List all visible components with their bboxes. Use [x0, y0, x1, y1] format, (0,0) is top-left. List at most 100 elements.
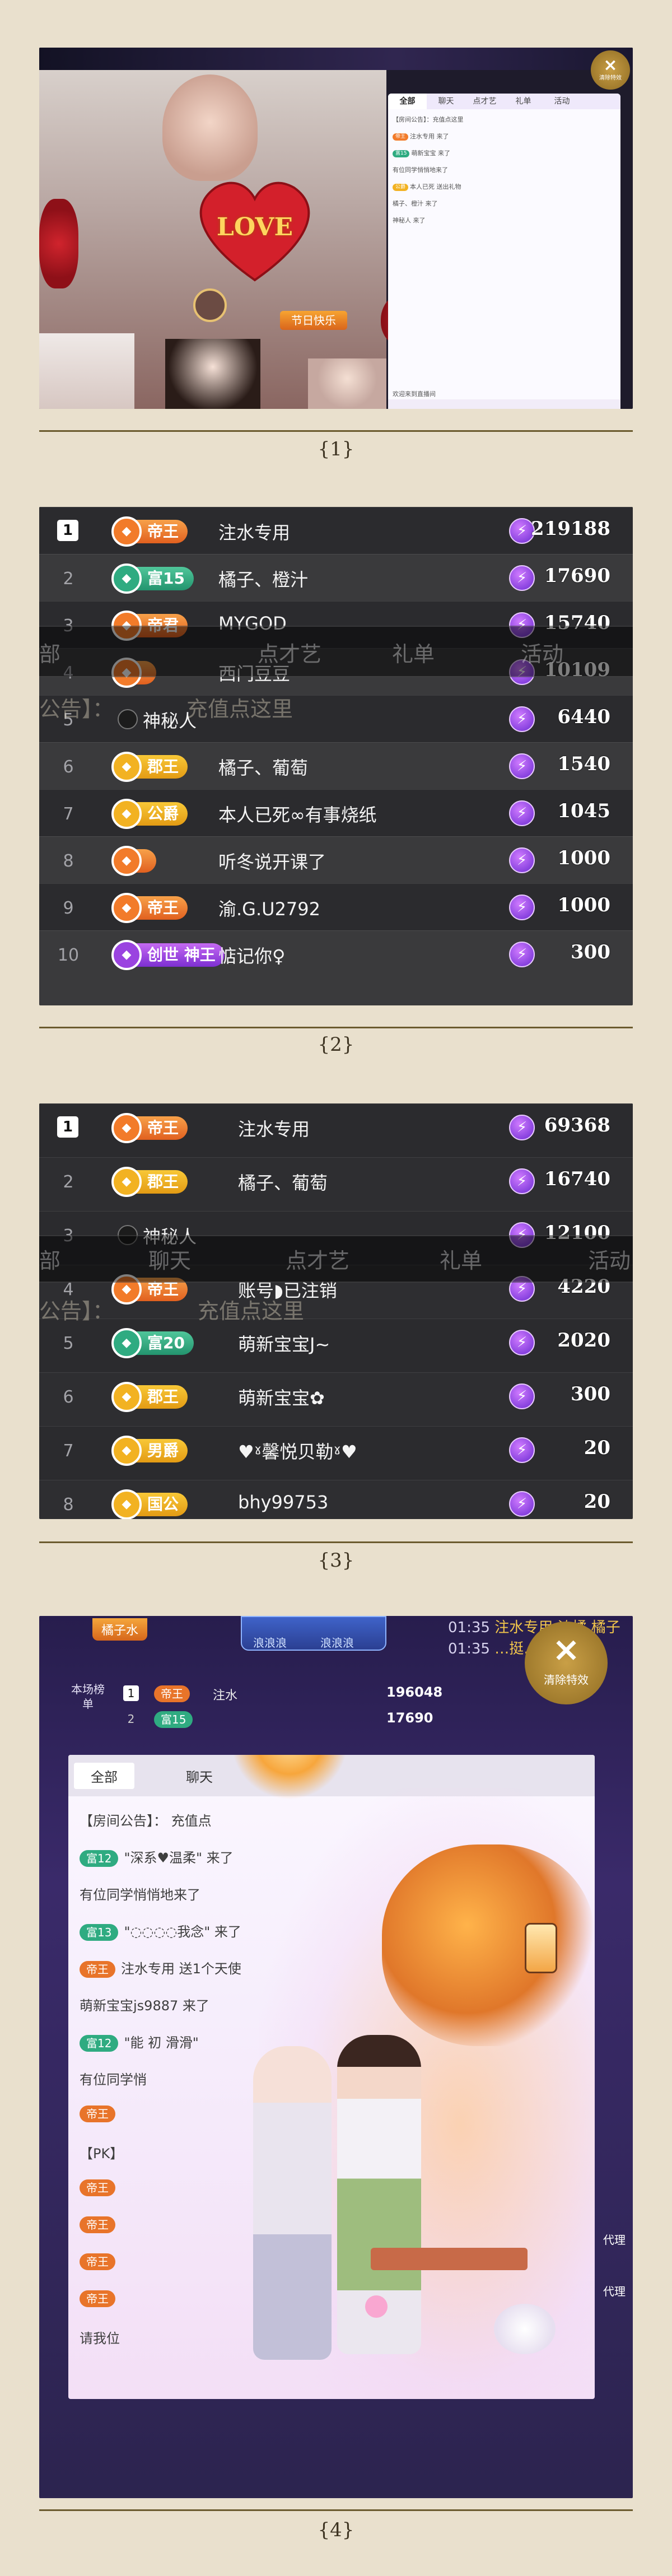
level-badge: ◆ 公爵	[111, 799, 188, 829]
mini-rank-row[interactable]: 2 富15 17690	[123, 1708, 487, 1732]
lightning-coin-icon: ⚡	[509, 1115, 535, 1140]
tab-chat[interactable]: 聊天	[169, 1763, 230, 1789]
lightning-coin-icon: ⚡	[509, 1384, 535, 1409]
guest-center	[165, 339, 260, 409]
rank-row[interactable]: 1 ◆ 帝王 注水专用 ⚡ 69368	[39, 1103, 633, 1157]
rank-row[interactable]: 8 ◆ 听冬说开课了 ⚡ 1000	[39, 836, 633, 883]
lightning-coin-icon: ⚡	[509, 1491, 535, 1517]
badge-label: 创世 神王	[147, 945, 216, 964]
chat-line: 富12 "深系♥温柔" 来了	[80, 1847, 234, 1867]
crown-icon: ◆	[111, 1382, 142, 1412]
divider	[39, 1541, 633, 1543]
rank-row[interactable]: 8 ◆ 国公 bhy99753 ⚡ 20	[39, 1480, 633, 1519]
chat-text: "深系♥温柔" 来了	[124, 1850, 234, 1866]
level-badge: ◆	[111, 846, 156, 876]
lightning-coin-icon: ⚡	[509, 942, 535, 967]
tab-gifts[interactable]: 礼单	[504, 94, 543, 109]
contribution-amount: 16740	[544, 1168, 610, 1190]
dove	[494, 2304, 556, 2354]
lightning-coin-icon: ⚡	[509, 753, 535, 779]
rank-row[interactable]: 7 ◆ 男爵 ♥ˠ馨悦贝勒ˠ♥ ⚡ 20	[39, 1426, 633, 1480]
chat-input-bar[interactable]	[388, 399, 620, 409]
chat-line: 帝王	[80, 2216, 121, 2233]
side-label: 代理	[603, 2285, 626, 2298]
chat-card: 全部 聊天 【房间公告】： 充值点 富12 "深系♥温柔" 来了 有位同学悄悄地来了富…	[68, 1755, 595, 2399]
overlay-banner: 节日快乐	[280, 311, 347, 330]
rank-row[interactable]: 9 ◆ 帝王 渝.G.U2792 ⚡ 1000	[39, 883, 633, 930]
contribution-amount: 196048	[386, 1684, 443, 1700]
clear-effects-button[interactable]: × 清除特效	[591, 50, 630, 90]
level-badge: 富12	[80, 1850, 119, 1867]
badge-label: 富20	[147, 1334, 185, 1352]
level-badge: 帝王	[80, 2253, 115, 2270]
heart-float	[365, 2295, 388, 2318]
rank-row[interactable]: 2 ◆ 郡王 橘子、葡萄 ⚡ 16740	[39, 1157, 633, 1211]
username: 橘子、葡萄	[238, 1172, 328, 1194]
heart-overlay: LOVE	[188, 174, 322, 286]
rank-number: 6	[63, 1387, 74, 1407]
chat-text: "能 初 滑滑"	[124, 2035, 199, 2051]
chat-line: 帝王	[80, 2253, 121, 2270]
ghost-tab: 礼单	[440, 1249, 483, 1273]
guest-left	[39, 333, 134, 409]
rank-row[interactable]: 6 ◆ 郡王 橘子、葡萄 ⚡ 1540	[39, 742, 633, 789]
tab-all[interactable]: 全部	[388, 94, 427, 109]
chat-line: 【PK】	[80, 2142, 123, 2162]
rank-row[interactable]: 1 ◆ 帝王 注水专用 ⚡ 219188	[39, 507, 633, 554]
figure-left	[253, 2046, 332, 2360]
lightning-coin-icon: ⚡	[509, 895, 535, 920]
rank-number: 10	[57, 945, 80, 965]
mini-ranking: 1 帝王 注水 196048 2 富15 17690	[123, 1682, 487, 1734]
crown-icon: ◆	[111, 1489, 142, 1519]
level-badge: 富15	[393, 150, 410, 157]
contribution-amount: 6440	[557, 706, 610, 728]
small-heart-left	[39, 199, 78, 288]
rank-box[interactable]: 本场榜单	[68, 1682, 108, 1732]
rank-row[interactable]: 2 ◆ 富15 橘子、橙汁 ⚡ 17690	[39, 554, 633, 601]
contribution-amount: 17690	[386, 1710, 433, 1726]
level-badge: ◆ 帝王	[111, 516, 188, 547]
clear-effects-button[interactable]: × 清除特效	[525, 1622, 608, 1704]
live-stream-screenshot-1: LOVE 节日快乐 全部 聊天 点才艺 礼单 活动 【房间公告】：充值点这里 帝王 注水专…	[39, 48, 633, 409]
mini-rank-row[interactable]: 1 帝王 注水 196048	[123, 1682, 487, 1707]
badge-label: 男爵	[147, 1441, 179, 1460]
tab-chat[interactable]: 聊天	[427, 94, 465, 109]
guest-right	[308, 358, 386, 409]
level-badge: 帝王	[80, 2105, 115, 2122]
username: 萌新宝宝✿	[238, 1387, 325, 1409]
level-badge: ◆ 男爵	[111, 1436, 188, 1466]
tab-all[interactable]: 全部	[74, 1763, 134, 1789]
chat-line: 橘子、橙汁 来了	[393, 200, 438, 207]
badge-label: 国公	[147, 1495, 179, 1513]
username: 渝.G.U2792	[218, 898, 321, 920]
crown-icon: ◆	[111, 563, 142, 594]
ghost-tab: 聊天	[148, 1249, 192, 1273]
lightning-coin-icon: ⚡	[509, 800, 535, 826]
rank-number: 8	[63, 851, 74, 871]
crown-icon: ◆	[111, 1436, 142, 1466]
level-badge: ◆ 帝王	[111, 1113, 188, 1143]
chat-text: 注水专用 送1个天使	[121, 1961, 241, 1977]
bench	[371, 2248, 528, 2270]
caption-1: {1}	[318, 438, 354, 460]
ranking-list-3: 1◆帝王注水专用⚡693682◆郡王橘子、葡萄⚡167403神秘人⚡121004…	[39, 1103, 633, 1519]
tab-events[interactable]: 活动	[543, 94, 581, 109]
chat-text: 萌新宝宝js9887 来了	[80, 1998, 209, 2014]
username: 注水专用	[218, 522, 291, 543]
caption-2: {2}	[318, 1033, 354, 1056]
close-icon: ×	[552, 1630, 581, 1669]
level-badge: 帝王	[80, 2179, 115, 2196]
username: 听冬说开课了	[218, 851, 326, 873]
rank-number: 1	[123, 1685, 139, 1701]
crown-icon: ◆	[111, 1167, 142, 1197]
rank-row[interactable]: 5 ◆ 富20 萌新宝宝J~ ⚡ 2020	[39, 1319, 633, 1372]
rank-row[interactable]: 10 ◆ 创世 神王 惦记你♀ ⚡ 300	[39, 930, 633, 977]
rank-row[interactable]: 7 ◆ 公爵 本人已死∞有事烧纸 ⚡ 1045	[39, 789, 633, 836]
chat-line: 帝王 注水专用 来了	[393, 132, 449, 141]
level-badge: 帝王	[154, 1685, 190, 1702]
chat-text: 请我位	[80, 2331, 120, 2346]
caption-4: {4}	[318, 2519, 354, 2541]
ghost-notice: 公告】： 充值点这里	[39, 1299, 305, 1324]
tab-talent[interactable]: 点才艺	[465, 94, 504, 109]
rank-row[interactable]: 6 ◆ 郡王 萌新宝宝✿ ⚡ 300	[39, 1372, 633, 1426]
